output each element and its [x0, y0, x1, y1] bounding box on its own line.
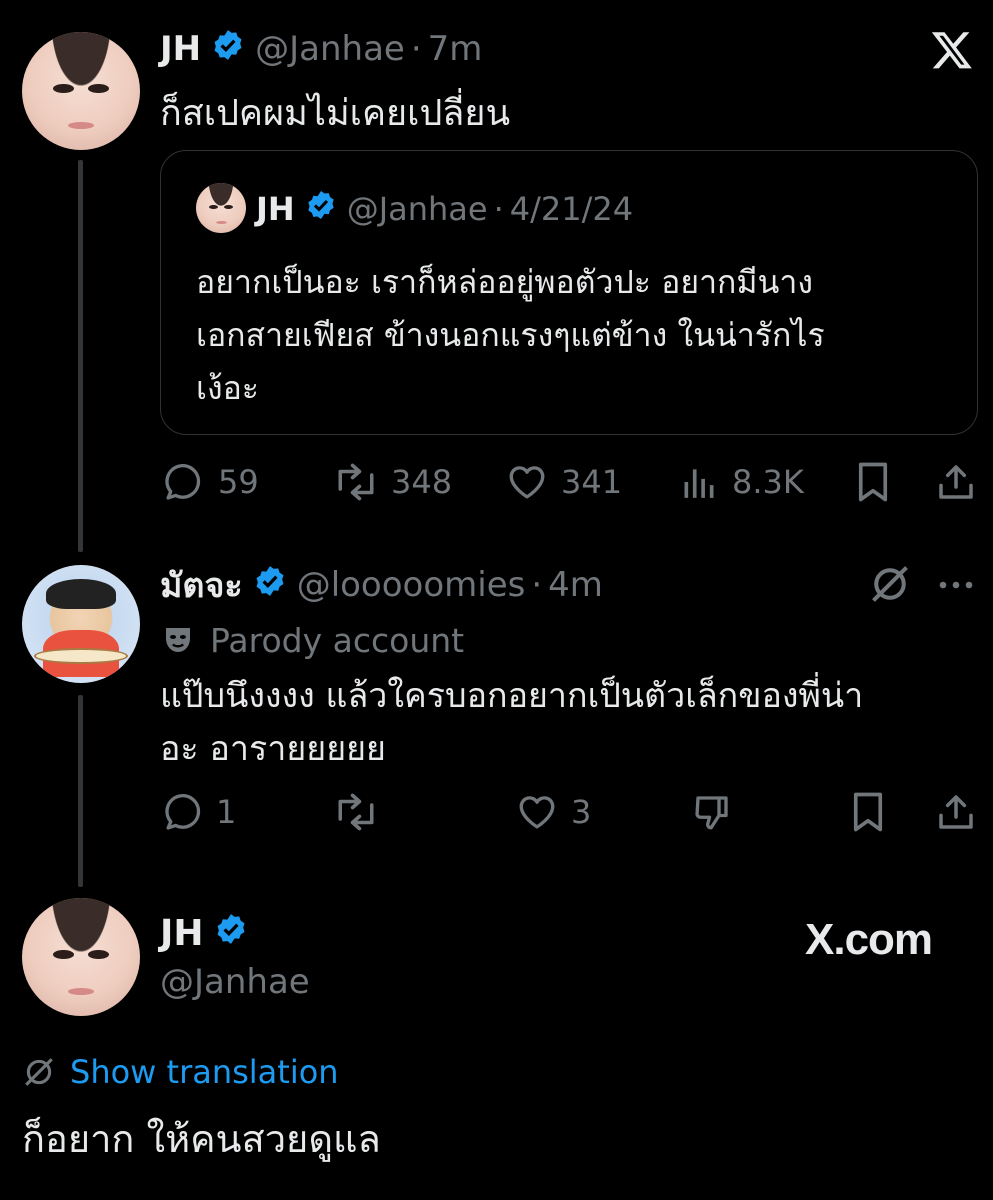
dislike-button[interactable] — [690, 790, 734, 834]
reply-text: แป๊บนึงงงง แล้วใครบอกอยากเป็นตัวเล็กของพ… — [160, 670, 863, 776]
grok-icon[interactable] — [868, 562, 912, 606]
parody-badge-text: Parody account — [210, 620, 465, 660]
like-button[interactable]: 3 — [515, 790, 591, 834]
bookmark-button[interactable] — [850, 790, 886, 834]
reply-text-line: แป๊บนึงงงง แล้วใครบอกอยากเป็นตัวเล็กของพ… — [160, 676, 864, 716]
x-brand-logo: X.com — [805, 912, 933, 968]
bookmark-icon — [858, 462, 888, 502]
share-icon — [939, 795, 973, 829]
quote-text: อยากเป็นอะ เราก็หล่ออยู่พอตัวปะ อยากมีนา… — [196, 256, 825, 415]
parody-label: Parody account — [160, 616, 464, 664]
quote-header: JH @Janhae · 4/21/24 — [256, 185, 633, 233]
views-button[interactable]: 8.3K — [680, 460, 804, 504]
verified-badge-icon — [214, 912, 248, 955]
thread-line — [78, 695, 83, 887]
author-handle[interactable]: @Janhae — [255, 29, 405, 69]
reply-button[interactable]: 1 — [162, 790, 236, 834]
thumbs-down-icon — [695, 796, 728, 830]
heart-icon — [509, 466, 545, 499]
like-count: 3 — [571, 793, 592, 831]
quote-author-name: JH — [256, 190, 295, 228]
reply-button[interactable]: 59 — [162, 460, 259, 504]
views-icon — [684, 469, 714, 498]
footer-author-handle[interactable]: @Janhae — [160, 962, 310, 1002]
verified-badge-icon — [211, 28, 245, 71]
heart-icon — [519, 796, 555, 829]
verified-badge-icon — [305, 189, 337, 229]
reply-time[interactable]: 4m — [548, 565, 603, 605]
quote-text-line: เง้อะ — [196, 369, 259, 407]
footer-author-name[interactable]: JH — [160, 913, 204, 954]
share-icon — [939, 465, 973, 499]
reply-author-handle[interactable]: @looooomies — [297, 565, 526, 605]
reply-count: 1 — [216, 793, 237, 831]
views-count: 8.3K — [732, 463, 804, 501]
x-brand-text: X.com — [805, 915, 933, 964]
repost-icon — [338, 463, 374, 501]
show-translation-link[interactable]: Show translation — [70, 1053, 339, 1091]
reply-count: 59 — [218, 463, 259, 501]
tweet-text: ก็สเปคผมไม่เคยเปลี่ยน — [160, 93, 511, 134]
quote-avatar — [196, 183, 246, 233]
bookmark-icon — [853, 792, 883, 832]
more-dots-icon[interactable] — [936, 570, 976, 600]
reply-header: มัตจะ @looooomies · 4m — [160, 560, 603, 610]
reply-icon — [165, 464, 201, 500]
quote-text-line: เอกสายเฟียส ข้างนอกแรงๆแต่ข้าง ในน่ารักไ… — [196, 316, 825, 354]
tweet-header: JH @Janhae · 7m — [160, 24, 482, 74]
x-logo-icon[interactable] — [930, 28, 974, 72]
avatar-jh[interactable] — [22, 898, 140, 1016]
verified-badge-icon — [253, 564, 287, 607]
quote-author-handle: @Janhae — [346, 190, 488, 228]
quote-time: 4/21/24 — [509, 190, 634, 228]
repost-icon — [338, 793, 374, 831]
footer-author: JH — [160, 908, 248, 958]
like-count: 341 — [561, 463, 623, 501]
thread-line — [78, 160, 83, 552]
avatar-jh[interactable] — [22, 32, 140, 150]
bookmark-button[interactable] — [855, 460, 891, 504]
reply-icon — [165, 794, 201, 830]
translation-row[interactable]: Show translation — [22, 1050, 339, 1094]
separator: · — [531, 565, 543, 605]
avatar-matja[interactable] — [22, 565, 140, 683]
reply-author-name[interactable]: มัตจะ — [160, 558, 243, 612]
share-button[interactable] — [936, 460, 976, 504]
separator: · — [493, 190, 504, 228]
separator: · — [410, 29, 422, 69]
repost-button[interactable] — [333, 790, 391, 834]
repost-button[interactable]: 348 — [333, 460, 452, 504]
author-name[interactable]: JH — [160, 29, 201, 69]
grok-icon — [25, 1058, 53, 1086]
like-button[interactable]: 341 — [505, 460, 622, 504]
tweet-time[interactable]: 7m — [428, 29, 483, 69]
quote-text-line: อยากเป็นอะ เราก็หล่ออยู่พอตัวปะ อยากมีนา… — [196, 263, 813, 301]
repost-count: 348 — [391, 463, 453, 501]
share-button[interactable] — [936, 790, 976, 834]
footer-text: ก็อยาก ให้คนสวยดูแล — [22, 1117, 381, 1161]
mask-icon — [166, 628, 190, 652]
reply-text-line: อะ อารายยยยย — [160, 729, 386, 769]
